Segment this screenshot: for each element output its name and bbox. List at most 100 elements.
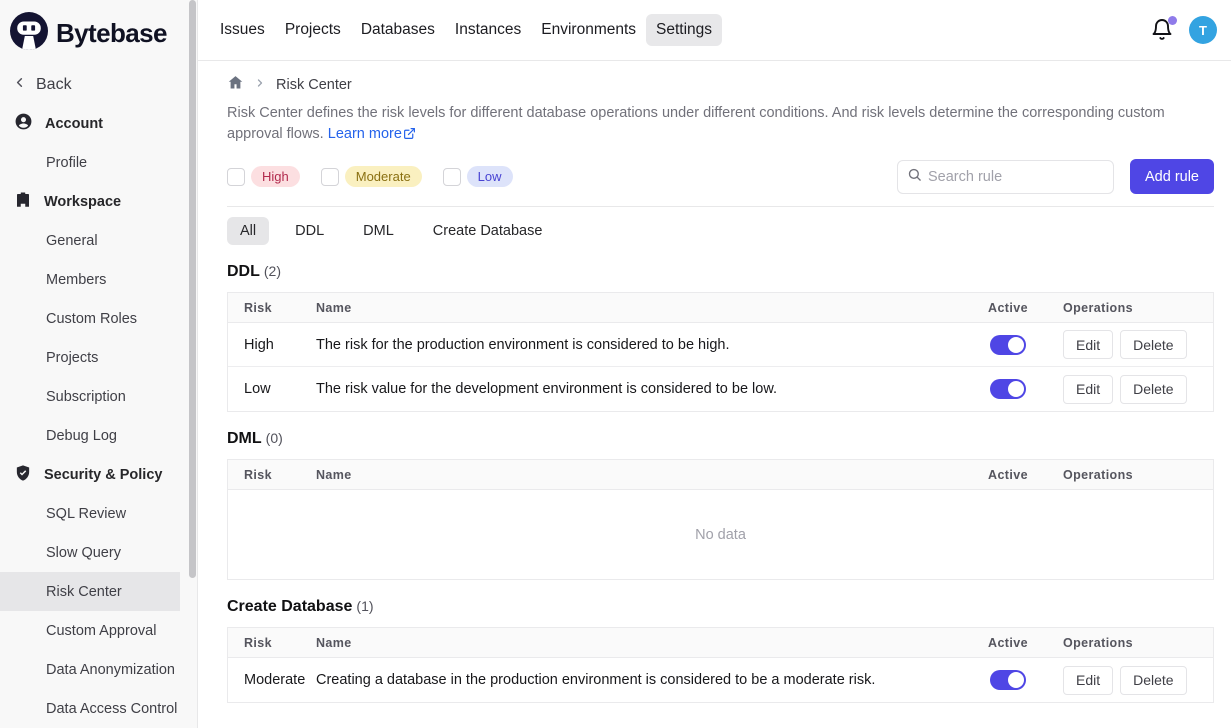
- delete-button[interactable]: Delete: [1120, 666, 1186, 695]
- sidebar-group-account: Account: [0, 104, 197, 143]
- toggle-knob: [1008, 672, 1024, 688]
- sidebar-item-data-anonymization[interactable]: Data Anonymization: [0, 650, 180, 689]
- delete-button[interactable]: Delete: [1120, 375, 1186, 404]
- create-database-rules-table: Risk Name Active Operations Moderate Cre…: [227, 627, 1214, 703]
- delete-button[interactable]: Delete: [1120, 330, 1186, 359]
- name-cell: Creating a database in the production en…: [316, 672, 953, 688]
- main-area: Issues Projects Databases Instances Envi…: [198, 0, 1231, 728]
- sidebar-nav: Account Profile Workspace General Member…: [0, 104, 197, 728]
- breadcrumb-current: Risk Center: [276, 77, 352, 93]
- brand-name: Bytebase: [56, 18, 167, 49]
- nav-item-environments[interactable]: Environments: [531, 14, 646, 46]
- add-rule-button[interactable]: Add rule: [1130, 159, 1214, 194]
- tab-create-database[interactable]: Create Database: [420, 217, 556, 245]
- tab-all[interactable]: All: [227, 217, 269, 245]
- active-toggle[interactable]: [990, 379, 1026, 399]
- low-checkbox[interactable]: [443, 168, 461, 186]
- moderate-checkbox[interactable]: [321, 168, 339, 186]
- user-icon: [14, 112, 33, 135]
- active-toggle[interactable]: [990, 670, 1026, 690]
- active-toggle[interactable]: [990, 335, 1026, 355]
- section-ddl: DDL(2) Risk Name Active Operations High …: [227, 263, 1214, 412]
- section-create-database: Create Database(1) Risk Name Active Oper…: [227, 598, 1214, 703]
- name-cell: The risk for the production environment …: [316, 337, 953, 353]
- sidebar-group-label: Workspace: [44, 194, 121, 210]
- shield-icon: [14, 464, 32, 486]
- table-header-row: Risk Name Active Operations: [228, 628, 1213, 658]
- nav-item-databases[interactable]: Databases: [351, 14, 445, 46]
- bytebase-logo[interactable]: Bytebase: [0, 0, 197, 55]
- filter-group-low: Low: [443, 166, 513, 187]
- back-button[interactable]: Back: [12, 75, 197, 95]
- sidebar-group-security-policy: Security & Policy: [0, 455, 197, 494]
- top-right-controls: T: [1150, 16, 1217, 44]
- table-header-row: Risk Name Active Operations: [228, 460, 1213, 490]
- sidebar-item-data-access-control[interactable]: Data Access Control: [0, 689, 180, 728]
- empty-state: No data: [228, 490, 1213, 579]
- risk-center-page: Risk Center Risk Center defines the risk…: [198, 61, 1231, 728]
- back-label: Back: [36, 76, 72, 94]
- section-title: DML(0): [227, 430, 1214, 448]
- high-badge: High: [251, 166, 300, 187]
- nav-item-issues[interactable]: Issues: [210, 14, 275, 46]
- learn-more-link[interactable]: Learn more: [328, 126, 416, 142]
- edit-button[interactable]: Edit: [1063, 330, 1113, 359]
- section-dml: DML(0) Risk Name Active Operations No da…: [227, 430, 1214, 580]
- sidebar-group-workspace: Workspace: [0, 182, 197, 221]
- low-badge: Low: [467, 166, 513, 187]
- sidebar-item-custom-approval[interactable]: Custom Approval: [0, 611, 180, 650]
- sidebar-group-label: Security & Policy: [44, 467, 162, 483]
- sidebar-item-sql-review[interactable]: SQL Review: [0, 494, 180, 533]
- sidebar-item-subscription[interactable]: Subscription: [0, 377, 180, 416]
- avatar[interactable]: T: [1189, 16, 1217, 44]
- high-checkbox[interactable]: [227, 168, 245, 186]
- section-title: DDL(2): [227, 263, 1214, 281]
- risk-cell: Low: [228, 381, 316, 397]
- sidebar-item-debug-log[interactable]: Debug Log: [0, 416, 180, 455]
- tab-dml[interactable]: DML: [350, 217, 407, 245]
- toggle-knob: [1008, 381, 1024, 397]
- search-icon: [907, 167, 922, 187]
- notification-dot: [1168, 16, 1177, 25]
- sidebar-item-general[interactable]: General: [0, 221, 180, 260]
- moderate-badge: Moderate: [345, 166, 422, 187]
- name-cell: The risk value for the development envir…: [316, 381, 953, 397]
- table-row: Low The risk value for the development e…: [228, 367, 1213, 411]
- nav-item-projects[interactable]: Projects: [275, 14, 351, 46]
- nav-item-instances[interactable]: Instances: [445, 14, 531, 46]
- dml-rules-table: Risk Name Active Operations No data: [227, 459, 1214, 580]
- category-tabs: All DDL DML Create Database: [227, 217, 1214, 245]
- filter-toolbar: High Moderate Low Add rule: [227, 159, 1214, 207]
- top-nav: Issues Projects Databases Instances Envi…: [198, 0, 1231, 61]
- risk-cell: Moderate: [228, 672, 316, 688]
- breadcrumb: Risk Center: [227, 74, 1214, 96]
- settings-sidebar: Bytebase Back Account Profile Workspace: [0, 0, 198, 728]
- building-icon: [14, 191, 32, 213]
- edit-button[interactable]: Edit: [1063, 375, 1113, 404]
- nav-item-settings[interactable]: Settings: [646, 14, 722, 46]
- sidebar-item-custom-roles[interactable]: Custom Roles: [0, 299, 180, 338]
- chevron-right-icon: [254, 76, 266, 94]
- sidebar-item-projects[interactable]: Projects: [0, 338, 180, 377]
- table-row: High The risk for the production environ…: [228, 323, 1213, 367]
- sidebar-item-slow-query[interactable]: Slow Query: [0, 533, 180, 572]
- search-rule-input[interactable]: [928, 169, 1104, 185]
- sidebar-item-profile[interactable]: Profile: [0, 143, 180, 182]
- notification-bell-button[interactable]: [1150, 18, 1174, 42]
- home-icon[interactable]: [227, 74, 244, 96]
- page-description: Risk Center defines the risk levels for …: [227, 103, 1185, 145]
- risk-cell: High: [228, 337, 316, 353]
- sidebar-scrollbar-thumb[interactable]: [189, 0, 196, 578]
- sidebar-item-members[interactable]: Members: [0, 260, 180, 299]
- chevron-left-icon: [12, 75, 27, 95]
- tab-ddl[interactable]: DDL: [282, 217, 337, 245]
- section-count: (2): [264, 263, 281, 279]
- sidebar-item-risk-center[interactable]: Risk Center: [0, 572, 180, 611]
- bytebase-logo-icon: [10, 12, 48, 55]
- filter-group-high: High: [227, 166, 300, 187]
- table-header-row: Risk Name Active Operations: [228, 293, 1213, 323]
- filter-group-moderate: Moderate: [321, 166, 422, 187]
- edit-button[interactable]: Edit: [1063, 666, 1113, 695]
- sidebar-group-label: Account: [45, 116, 103, 132]
- section-count: (0): [266, 430, 283, 446]
